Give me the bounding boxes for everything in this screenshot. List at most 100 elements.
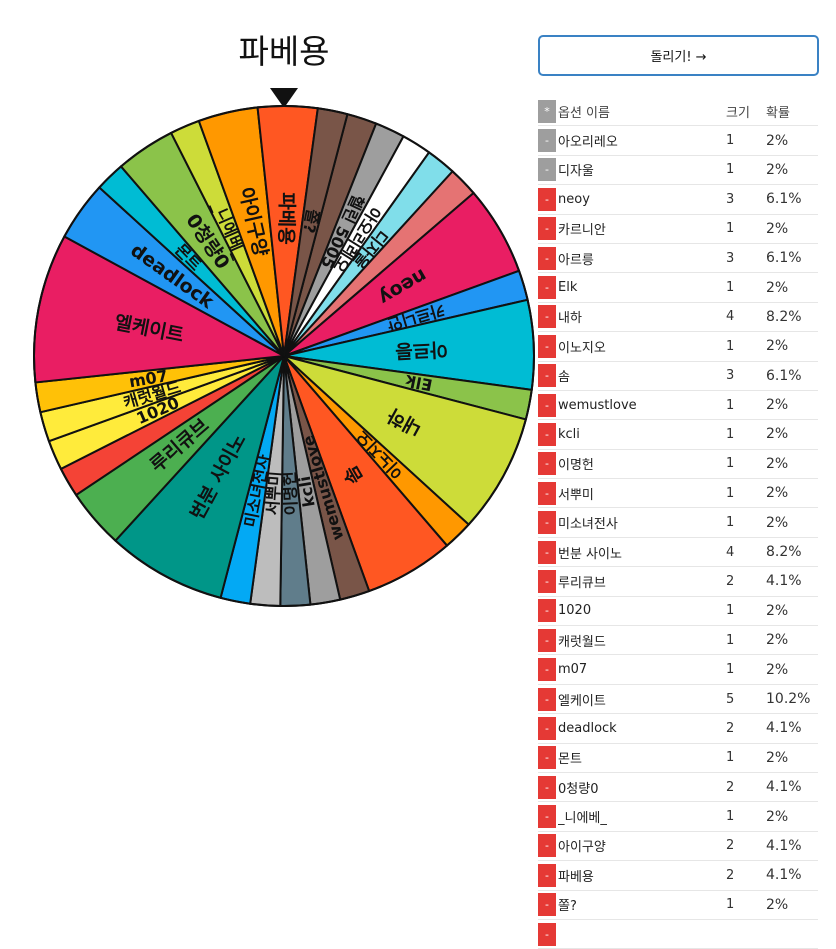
- wheel-slice-label: 아르릉: [395, 338, 448, 362]
- remove-option-button[interactable]: -: [538, 687, 556, 711]
- remove-option-button[interactable]: -: [538, 276, 556, 300]
- remove-option-button[interactable]: -: [538, 158, 556, 182]
- option-name[interactable]: 몬트: [558, 743, 726, 773]
- option-name[interactable]: neoy: [558, 184, 726, 215]
- option-name[interactable]: Elk: [558, 272, 726, 303]
- remove-option-button[interactable]: -: [538, 599, 556, 623]
- option-size[interactable]: 1: [726, 507, 766, 538]
- option-size[interactable]: 3: [726, 361, 766, 391]
- option-size[interactable]: 1: [726, 155, 766, 186]
- remove-option-button[interactable]: -: [538, 246, 556, 270]
- option-size[interactable]: 1: [726, 419, 766, 450]
- remove-option-button[interactable]: -: [538, 834, 556, 858]
- option-name[interactable]: 이노지오: [558, 331, 726, 362]
- option-size[interactable]: 1: [726, 478, 766, 509]
- remove-option-button[interactable]: -: [538, 716, 556, 740]
- option-probability: 4.1%: [766, 566, 818, 597]
- roulette-wheel[interactable]: 헬린 5005아오리레오디자울neoy카르니안아르릉Elk내하이노지오솜wemu…: [24, 96, 544, 616]
- row-toggle-cell: -: [538, 302, 558, 333]
- option-size[interactable]: 4: [726, 302, 766, 333]
- toggle-all-button[interactable]: *: [538, 99, 556, 123]
- table-row: - 쫄? 1 2%: [538, 890, 818, 920]
- option-name[interactable]: deadlock: [558, 713, 726, 744]
- spin-button[interactable]: 돌리기! →: [538, 35, 819, 76]
- option-size[interactable]: 2: [726, 713, 766, 744]
- table-row: - 루리큐브 2 4.1%: [538, 566, 818, 597]
- remove-option-button[interactable]: -: [538, 422, 556, 446]
- option-name[interactable]: 번분 사이노: [558, 537, 726, 568]
- size-header: 크기: [726, 97, 766, 127]
- remove-option-button[interactable]: -: [538, 511, 556, 535]
- option-name[interactable]: 솜: [558, 361, 726, 391]
- option-size[interactable]: 2: [726, 831, 766, 862]
- probability-header: 확률: [766, 97, 818, 127]
- remove-option-button[interactable]: -: [538, 658, 556, 682]
- row-toggle-cell: -: [538, 654, 558, 685]
- option-name[interactable]: 0청량0: [558, 772, 726, 803]
- option-size[interactable]: 1: [726, 596, 766, 627]
- option-name[interactable]: m07: [558, 654, 726, 685]
- remove-option-button[interactable]: -: [538, 217, 556, 241]
- option-name[interactable]: 루리큐브: [558, 566, 726, 597]
- option-name[interactable]: 카르니안: [558, 214, 726, 244]
- option-name[interactable]: 내하: [558, 302, 726, 333]
- option-name[interactable]: 미소녀전사: [558, 507, 726, 538]
- option-size[interactable]: 2: [726, 772, 766, 803]
- remove-option-button[interactable]: -: [538, 569, 556, 593]
- remove-option-button[interactable]: -: [538, 628, 556, 652]
- option-size[interactable]: 1: [726, 125, 766, 156]
- option-size[interactable]: 3: [726, 184, 766, 215]
- row-toggle-cell: -: [538, 155, 558, 186]
- option-name[interactable]: 캐럿월드: [558, 625, 726, 656]
- option-size[interactable]: 5: [726, 684, 766, 715]
- option-size[interactable]: 3: [726, 243, 766, 274]
- remove-option-button[interactable]: -: [538, 805, 556, 829]
- table-row: - 파베용 2 4.1%: [538, 860, 818, 891]
- option-size[interactable]: 2: [726, 566, 766, 597]
- option-size[interactable]: 1: [726, 654, 766, 685]
- remove-option-button[interactable]: -: [538, 452, 556, 476]
- option-size[interactable]: 1: [726, 272, 766, 303]
- toggle-all-cell[interactable]: *: [538, 97, 558, 127]
- option-name[interactable]: 이명헌: [558, 449, 726, 480]
- remove-option-button[interactable]: -: [538, 187, 556, 211]
- option-name[interactable]: 1020: [558, 596, 726, 627]
- remove-option-button[interactable]: -: [538, 863, 556, 887]
- option-name[interactable]: kcli: [558, 419, 726, 450]
- option-name[interactable]: 서뿌미: [558, 478, 726, 509]
- option-size[interactable]: [726, 919, 766, 949]
- option-size[interactable]: 1: [726, 890, 766, 920]
- option-name[interactable]: [558, 919, 726, 949]
- table-row: - 엘케이트 5 10.2%: [538, 684, 818, 715]
- remove-option-button[interactable]: -: [538, 334, 556, 358]
- remove-option-button[interactable]: -: [538, 775, 556, 799]
- option-name[interactable]: wemustlove: [558, 390, 726, 421]
- option-name[interactable]: 파베용: [558, 860, 726, 891]
- option-size[interactable]: 1: [726, 625, 766, 656]
- option-size[interactable]: 1: [726, 449, 766, 480]
- option-size[interactable]: 1: [726, 331, 766, 362]
- remove-option-button[interactable]: -: [538, 129, 556, 153]
- option-name[interactable]: 쫄?: [558, 890, 726, 920]
- option-name[interactable]: 아르릉: [558, 243, 726, 274]
- option-name-header: 옵션 이름: [558, 97, 726, 127]
- option-size[interactable]: 1: [726, 214, 766, 244]
- remove-option-button[interactable]: -: [538, 393, 556, 417]
- option-size[interactable]: 1: [726, 743, 766, 773]
- option-name[interactable]: 디자울: [558, 155, 726, 186]
- remove-option-button[interactable]: -: [538, 540, 556, 564]
- remove-option-button[interactable]: -: [538, 305, 556, 329]
- option-size[interactable]: 1: [726, 801, 766, 832]
- remove-option-button[interactable]: -: [538, 922, 556, 946]
- option-name[interactable]: 아이구양: [558, 831, 726, 862]
- option-size[interactable]: 1: [726, 390, 766, 421]
- option-name[interactable]: 엘케이트: [558, 684, 726, 715]
- remove-option-button[interactable]: -: [538, 746, 556, 770]
- option-name[interactable]: 아오리레오: [558, 125, 726, 156]
- row-toggle-cell: -: [538, 361, 558, 391]
- remove-option-button[interactable]: -: [538, 364, 556, 388]
- option-size[interactable]: 2: [726, 860, 766, 891]
- option-name[interactable]: _니에베_: [558, 801, 726, 832]
- remove-option-button[interactable]: -: [538, 481, 556, 505]
- option-size[interactable]: 4: [726, 537, 766, 568]
